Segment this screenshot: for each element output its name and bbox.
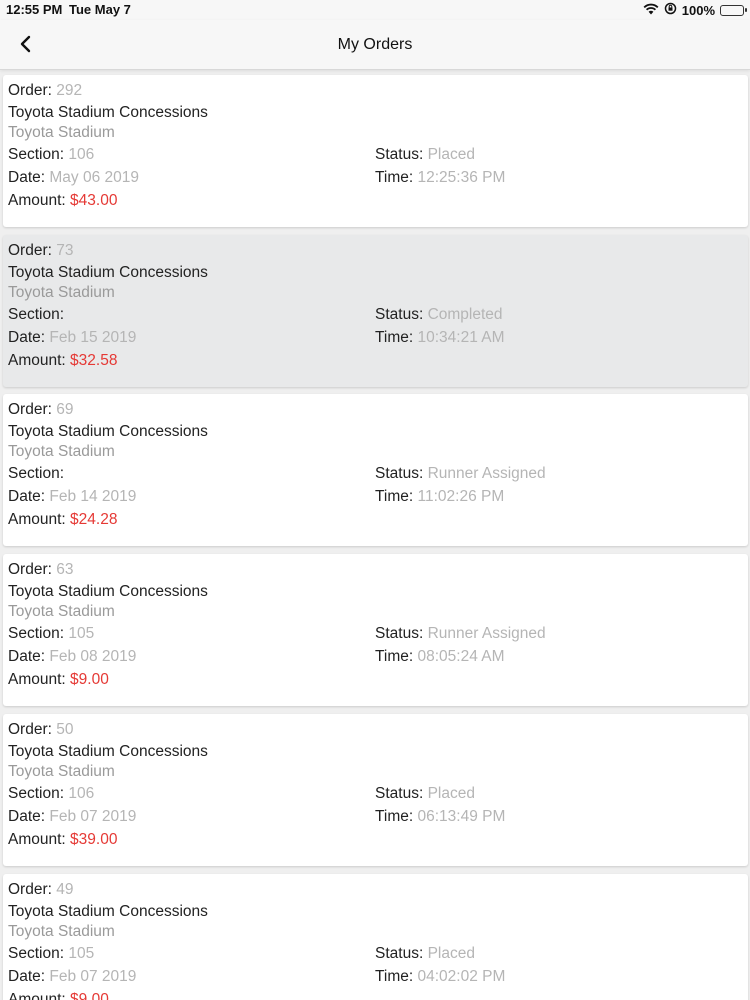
time-label: Time: <box>375 328 414 346</box>
amount-label: Amount: <box>8 511 66 529</box>
venue-name: Toyota Stadium Concessions <box>8 423 208 441</box>
section-label: Section: <box>8 625 65 643</box>
time-value: 04:02:02 PM <box>417 967 506 985</box>
status-label: Status: <box>375 465 424 483</box>
venue-location: Toyota Stadium <box>8 762 115 780</box>
venue-name: Toyota Stadium Concessions <box>8 742 208 760</box>
time-value: 06:13:49 PM <box>417 807 506 825</box>
battery-percent: 100% <box>681 2 715 18</box>
venue-location: Toyota Stadium <box>8 922 115 940</box>
date-label: Date: <box>8 169 46 186</box>
date-value: Feb 07 2019 <box>49 807 137 825</box>
orders-list[interactable]: Order: 292 Toyota Stadium Concessions Toyo… <box>0 74 750 1000</box>
order-card[interactable]: Order: 292 Toyota Stadium Concessions Toyo… <box>3 75 748 227</box>
time-label: Time: <box>375 807 414 825</box>
section-label: Section: <box>8 146 65 163</box>
status-value: Placed <box>427 146 475 163</box>
date-value: May 06 2019 <box>49 169 139 186</box>
order-number: 49 <box>56 880 74 898</box>
status-indicators: 100% <box>643 2 747 18</box>
status-label: Status: <box>375 784 424 802</box>
navigation-bar: My Orders <box>0 20 750 70</box>
page-title: My Orders <box>337 36 413 53</box>
section-label: Section: <box>8 944 65 962</box>
date-value: Feb 14 2019 <box>49 488 137 506</box>
wifi-icon <box>643 3 659 18</box>
order-label: Order: <box>8 880 52 898</box>
time-value: 10:34:21 AM <box>417 328 505 346</box>
amount-value: $43.00 <box>70 192 118 209</box>
venue-name: Toyota Stadium Concessions <box>8 104 208 121</box>
status-value: Placed <box>427 944 475 962</box>
amount-label: Amount: <box>8 830 66 848</box>
status-label: Status: <box>375 305 424 323</box>
date-label: Date: <box>8 807 46 825</box>
order-card[interactable]: Order: 73 Toyota Stadium Concessions Toyot… <box>3 234 748 387</box>
venue-location: Toyota Stadium <box>8 283 115 301</box>
amount-value: $9.00 <box>70 990 109 1000</box>
status-label: Status: <box>375 944 424 962</box>
amount-label: Amount: <box>8 351 66 369</box>
date-label: Date: <box>8 488 46 506</box>
order-label: Order: <box>8 82 52 99</box>
amount-label: Amount: <box>8 671 66 689</box>
status-bar: 12:55 PM Tue May 7 100% <box>0 0 750 20</box>
status-value: Placed <box>427 784 475 802</box>
order-label: Order: <box>8 241 52 259</box>
amount-value: $24.28 <box>70 511 118 529</box>
date-value: Feb 08 2019 <box>49 648 137 666</box>
order-card[interactable]: Order: 50 Toyota Stadium Concessions Toyot… <box>3 713 748 866</box>
date-value: Feb 15 2019 <box>49 328 137 346</box>
order-label: Order: <box>8 561 52 579</box>
venue-name: Toyota Stadium Concessions <box>8 583 208 601</box>
section-value: 105 <box>68 944 95 962</box>
date-label: Date: <box>8 967 46 985</box>
order-number: 73 <box>56 241 74 259</box>
amount-label: Amount: <box>8 990 66 1000</box>
amount-value: $32.58 <box>70 351 118 369</box>
venue-name: Toyota Stadium Concessions <box>8 902 208 920</box>
battery-charging-icon <box>720 4 747 16</box>
status-label: Status: <box>375 146 424 163</box>
section-value: 105 <box>68 625 95 643</box>
status-time: 12:55 PM <box>6 2 63 17</box>
section-value: 106 <box>68 784 95 802</box>
amount-label: Amount: <box>8 192 66 209</box>
time-label: Time: <box>375 967 414 985</box>
time-value: 12:25:36 PM <box>417 169 506 186</box>
amount-value: $39.00 <box>70 830 118 848</box>
order-label: Order: <box>8 720 52 738</box>
date-label: Date: <box>8 648 46 666</box>
order-card[interactable]: Order: 49 Toyota Stadium Concessions Toyot… <box>3 873 748 1000</box>
time-label: Time: <box>375 648 414 666</box>
order-number: 292 <box>56 82 83 99</box>
status-label: Status: <box>375 625 424 643</box>
section-value: 106 <box>68 146 95 163</box>
order-number: 63 <box>56 561 74 579</box>
venue-name: Toyota Stadium Concessions <box>8 263 208 281</box>
order-card[interactable]: Order: 63 Toyota Stadium Concessions Toyot… <box>3 554 748 707</box>
order-number: 69 <box>56 401 74 419</box>
venue-location: Toyota Stadium <box>8 124 115 141</box>
date-value: Feb 07 2019 <box>49 967 137 985</box>
status-value: Runner Assigned <box>427 625 546 643</box>
status-value: Runner Assigned <box>427 465 546 483</box>
amount-value: $9.00 <box>70 671 109 689</box>
status-date: Tue May 7 <box>69 2 131 17</box>
section-label: Section: <box>8 784 65 802</box>
order-label: Order: <box>8 401 52 419</box>
time-label: Time: <box>375 488 414 506</box>
orientation-lock-icon <box>664 2 677 18</box>
date-label: Date: <box>8 328 46 346</box>
order-number: 50 <box>56 720 74 738</box>
status-value: Completed <box>427 305 503 323</box>
time-label: Time: <box>375 169 414 186</box>
section-label: Section: <box>8 465 65 483</box>
venue-location: Toyota Stadium <box>8 603 115 621</box>
order-card[interactable]: Order: 69 Toyota Stadium Concessions Toyot… <box>3 394 748 547</box>
venue-location: Toyota Stadium <box>8 443 115 461</box>
section-label: Section: <box>8 305 65 323</box>
time-value: 08:05:24 AM <box>417 648 505 666</box>
time-value: 11:02:26 PM <box>417 488 505 506</box>
